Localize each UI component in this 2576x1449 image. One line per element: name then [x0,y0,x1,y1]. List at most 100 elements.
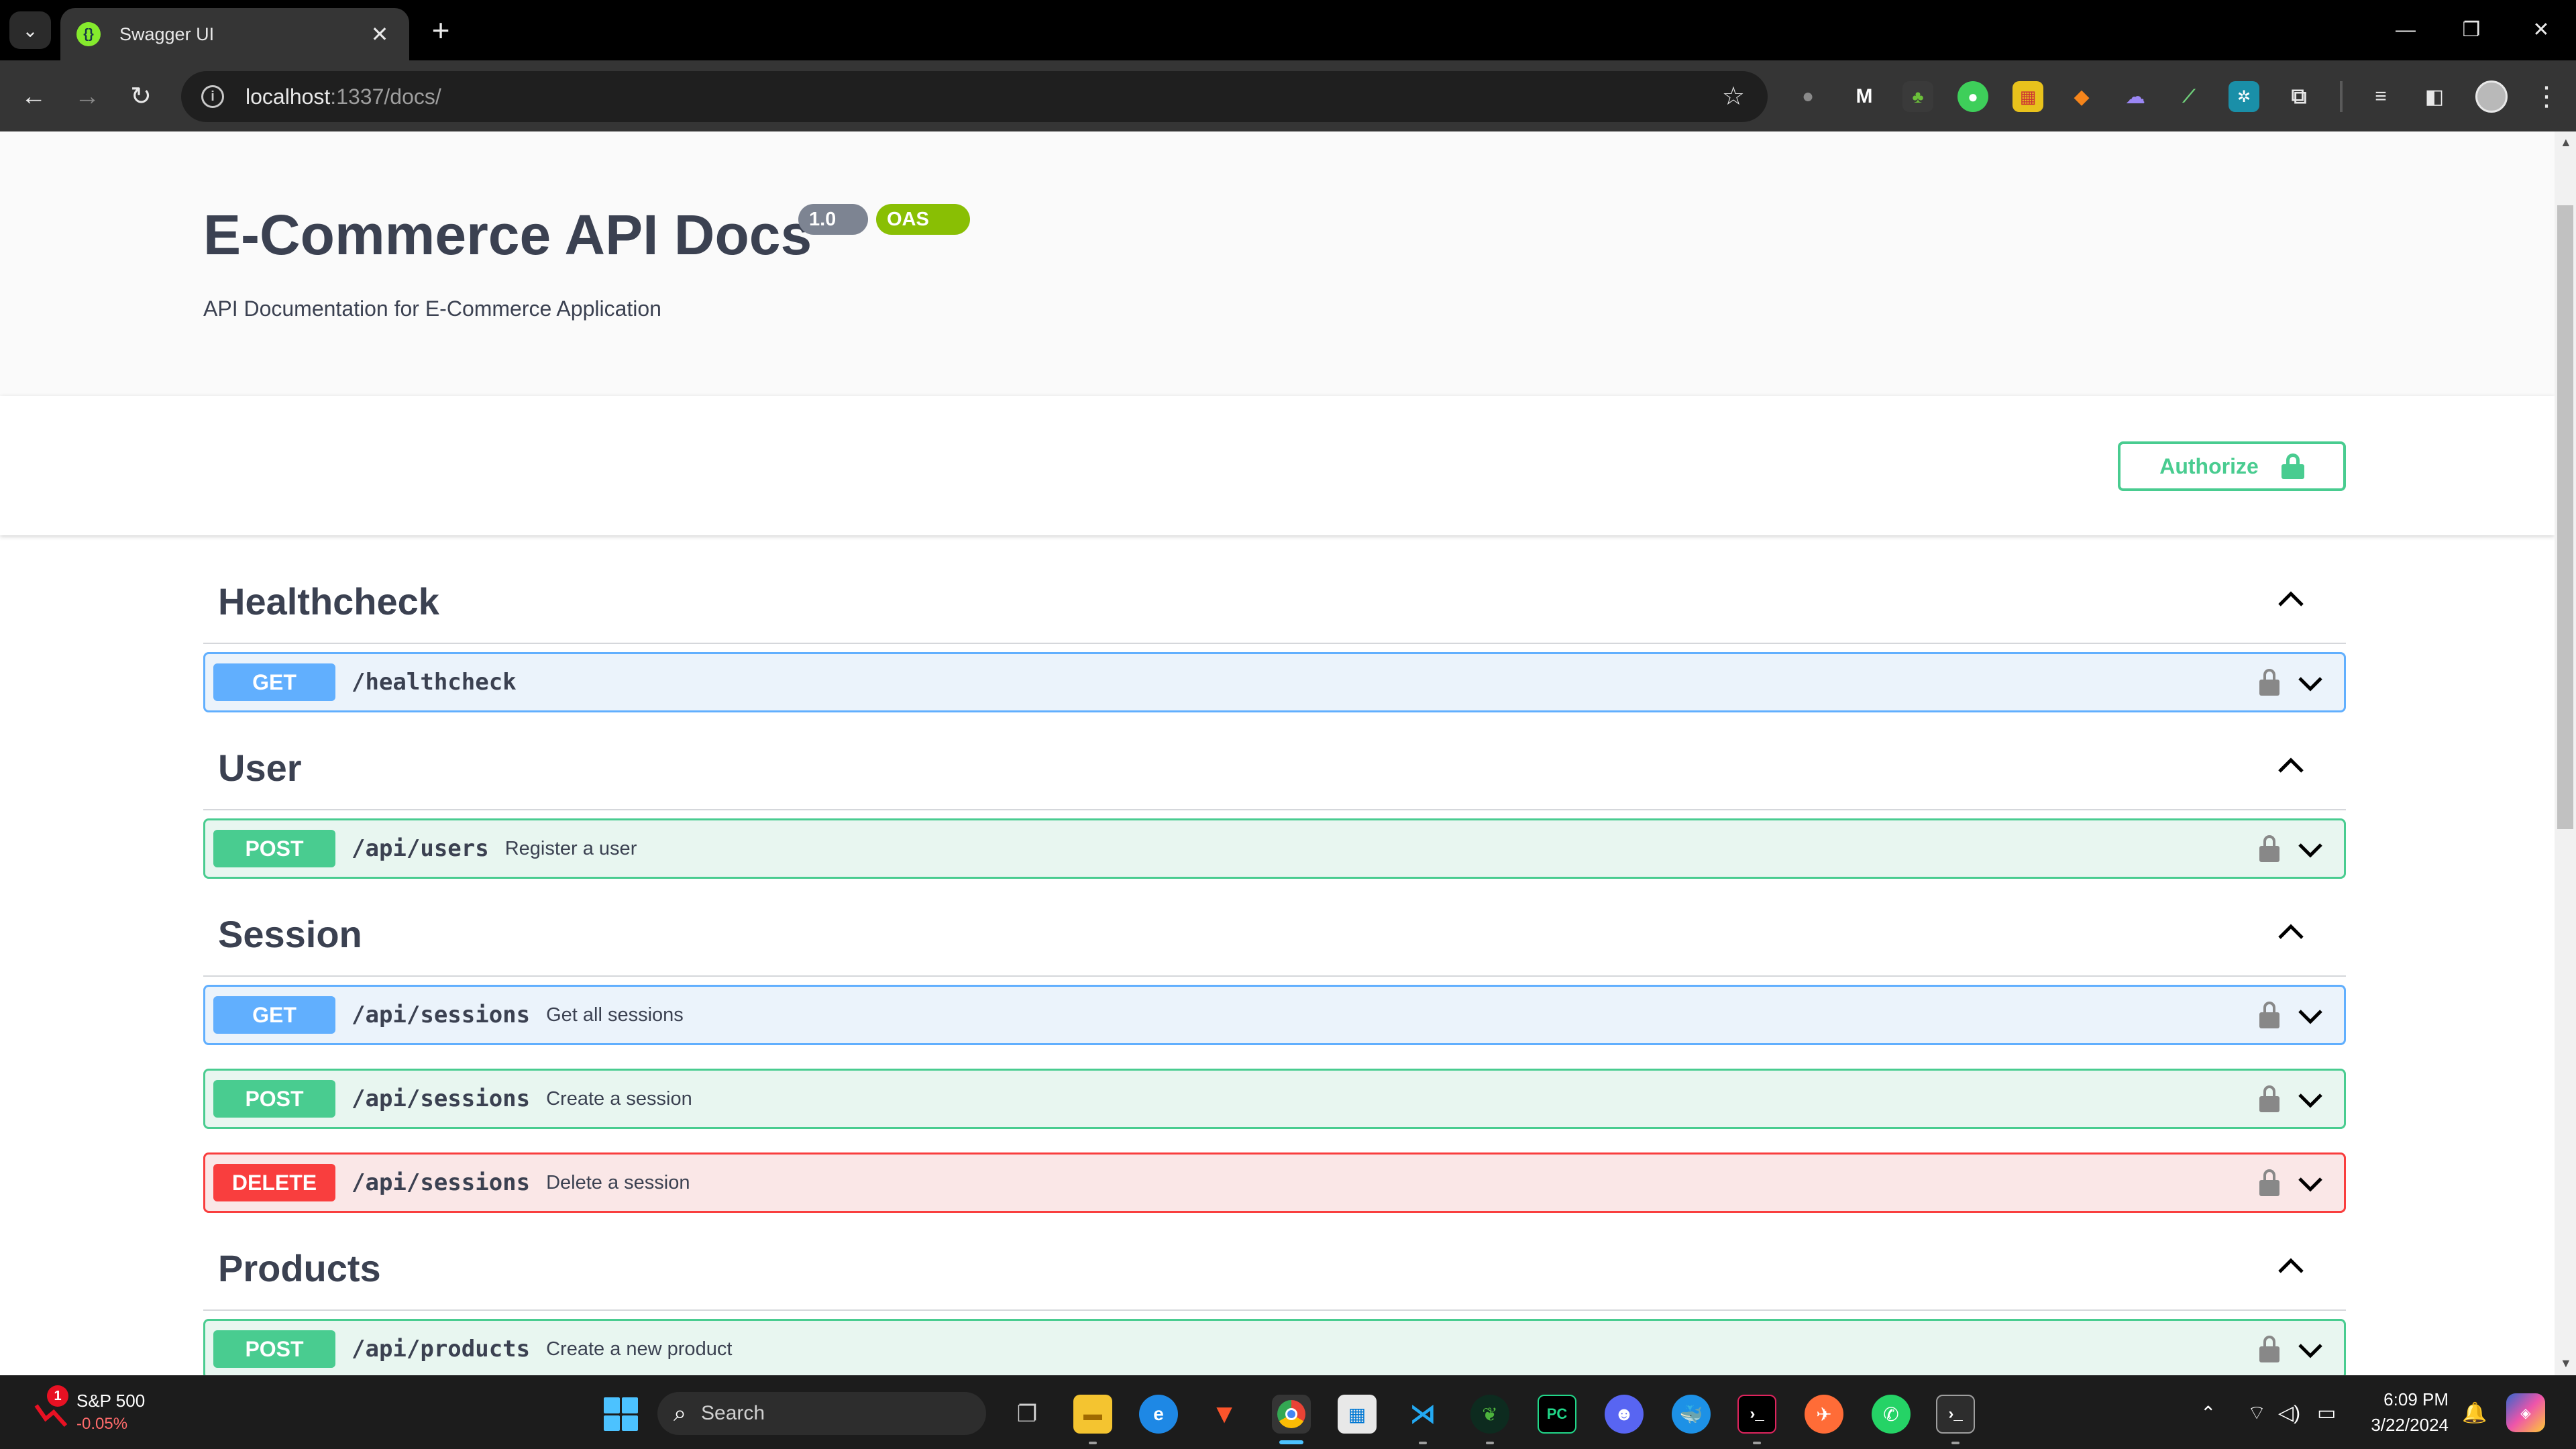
operation-summary: Delete a session [546,1171,690,1193]
wifi-icon[interactable]: ⌔ [2247,1400,2266,1427]
restore-button[interactable]: ❐ [2451,13,2491,47]
widget-stock-change: -0.05% [76,1415,128,1433]
collapse-chevron-up-icon[interactable] [2274,916,2308,950]
scroll-down-arrow-icon[interactable]: ▼ [2560,1356,2572,1371]
site-info-icon[interactable]: i [201,85,224,108]
postman-icon[interactable]: ✈ [1805,1395,1843,1434]
lock-icon[interactable] [2259,835,2279,862]
mongodb-compass-icon[interactable]: ❦ [1470,1395,1509,1434]
tab-search-chevron-icon[interactable]: ⌄ [9,11,51,49]
extension-green-icon[interactable]: ● [1957,81,1988,112]
clock-date[interactable]: 3/22/2024 [2355,1415,2449,1436]
collapse-chevron-up-icon[interactable] [2274,750,2308,784]
extension-icon[interactable]: ● [1792,81,1823,112]
address-bar[interactable]: i localhost:1337/docs/ ☆ [181,71,1768,122]
minimize-button[interactable]: — [2385,13,2426,47]
expand-chevron-down-icon[interactable] [2296,1169,2325,1199]
microsoft-store-icon[interactable]: ▦ [1338,1395,1377,1434]
metamask-fox-icon[interactable]: ◆ [2066,81,2097,112]
section-title-user[interactable]: User [218,746,302,790]
windows-terminal-icon[interactable]: ›_ [1936,1395,1975,1434]
page-title: E-Commerce API Docs [203,203,812,266]
expand-chevron-down-icon[interactable] [2296,1085,2325,1115]
brave-browser-icon[interactable]: ▼ [1205,1395,1244,1434]
show-hidden-icons-chevron-icon[interactable]: ⌃ [2200,1400,2216,1427]
extension-colorful-icon[interactable]: ▦ [2012,81,2043,112]
tab-swagger-ui[interactable]: {} Swagger UI ✕ [60,8,409,60]
extension-tree-icon[interactable]: ♣ [1902,81,1933,112]
profile-avatar[interactable] [2475,80,2508,113]
reading-list-icon[interactable]: ≡ [2365,81,2396,112]
new-tab-button[interactable]: + [424,13,458,47]
battery-icon[interactable]: ▭ [2317,1400,2336,1427]
side-panel-icon[interactable]: ◧ [2419,81,2450,112]
operation-post-sessions[interactable]: POST /api/sessions Create a session [203,1069,2346,1129]
operation-post-users[interactable]: POST /api/users Register a user [203,818,2346,879]
lock-icon[interactable] [2259,1169,2279,1196]
terminal-app-icon[interactable]: ›_ [1737,1395,1776,1434]
scroll-up-arrow-icon[interactable]: ▲ [2560,136,2572,150]
running-indicator [1089,1442,1097,1444]
extension-atom-icon[interactable]: ✲ [2229,81,2259,112]
expand-chevron-down-icon[interactable] [2296,669,2325,698]
operation-post-products[interactable]: POST /api/products Create a new product [203,1319,2346,1375]
running-indicator [1951,1442,1960,1444]
info-section: E-Commerce API Docs 1.0 OAS API Document… [0,131,2555,396]
swagger-favicon-icon: {} [76,22,101,46]
running-indicator [1419,1442,1427,1444]
expand-chevron-down-icon[interactable] [2296,835,2325,865]
widget-stock-name[interactable]: S&P 500 [76,1391,145,1411]
lock-icon[interactable] [2259,1002,2279,1028]
reload-icon[interactable]: ↻ [122,78,160,115]
edge-browser-icon[interactable]: e [1139,1395,1178,1434]
whatsapp-icon[interactable]: ✆ [1872,1395,1911,1434]
clock-time[interactable]: 6:09 PM [2355,1389,2449,1410]
section-title-session[interactable]: Session [218,912,362,956]
extensions-puzzle-icon[interactable]: ⧉ [2284,81,2314,112]
running-indicator [1486,1442,1494,1444]
operation-summary: Create a session [546,1087,692,1110]
pycharm-icon[interactable]: PC [1538,1395,1576,1434]
docker-icon[interactable]: 🐳 [1672,1395,1711,1434]
volume-icon[interactable]: ◁) [2278,1400,2300,1427]
discord-icon[interactable]: ☻ [1605,1395,1644,1434]
authorize-button[interactable]: Authorize [2118,441,2346,491]
windows-start-icon[interactable] [604,1397,638,1431]
file-explorer-icon[interactable]: ▬ [1073,1395,1112,1434]
extension-leaf-icon[interactable]: ⟋ [2174,81,2204,112]
copilot-icon[interactable]: ◈ [2506,1393,2545,1432]
section-title-healthcheck[interactable]: Healthcheck [218,580,439,623]
section-title-products[interactable]: Products [218,1246,381,1290]
expand-chevron-down-icon[interactable] [2296,1336,2325,1365]
notification-bell-icon[interactable]: 🔔 [2462,1400,2487,1427]
browser-menu-icon[interactable]: ⋮ [2533,76,2560,117]
collapse-chevron-up-icon[interactable] [2274,584,2308,617]
operation-delete-sessions[interactable]: DELETE /api/sessions Delete a session [203,1152,2346,1213]
taskbar-search[interactable]: ⌕ Search [657,1392,986,1435]
tab-close-icon[interactable]: ✕ [366,21,393,47]
forward-arrow-icon[interactable]: → [68,78,106,115]
operation-get-sessions[interactable]: GET /api/sessions Get all sessions [203,985,2346,1045]
browser-tabstrip: ⌄ {} Swagger UI ✕ + — ❐ ✕ [0,0,2576,60]
scroll-thumb[interactable] [2557,205,2573,829]
operation-path: /api/products [352,1336,531,1362]
method-badge: POST [213,830,335,867]
lock-icon[interactable] [2259,1085,2279,1112]
authorize-label: Authorize [2159,453,2259,478]
extension-cloud-icon[interactable]: ☁ [2120,81,2151,112]
task-view-icon[interactable]: ❐ [1008,1395,1046,1434]
url-text: localhost:1337/docs/ [246,84,441,109]
bookmark-star-icon[interactable]: ☆ [1722,83,1745,110]
collapse-chevron-up-icon[interactable] [2274,1250,2308,1284]
lock-icon[interactable] [2259,669,2279,696]
extension-m-icon[interactable]: M [1849,81,1880,112]
operation-path: /api/sessions [352,1002,531,1028]
page-scrollbar[interactable]: ▲ ▼ [2555,131,2576,1375]
back-arrow-icon[interactable]: ← [15,78,52,115]
chrome-browser-icon[interactable] [1272,1395,1311,1434]
operation-get-healthcheck[interactable]: GET /healthcheck [203,652,2346,712]
lock-icon[interactable] [2259,1336,2279,1362]
vscode-icon[interactable]: ⋊ [1403,1395,1442,1434]
close-window-button[interactable]: ✕ [2521,13,2561,47]
expand-chevron-down-icon[interactable] [2296,1002,2325,1031]
